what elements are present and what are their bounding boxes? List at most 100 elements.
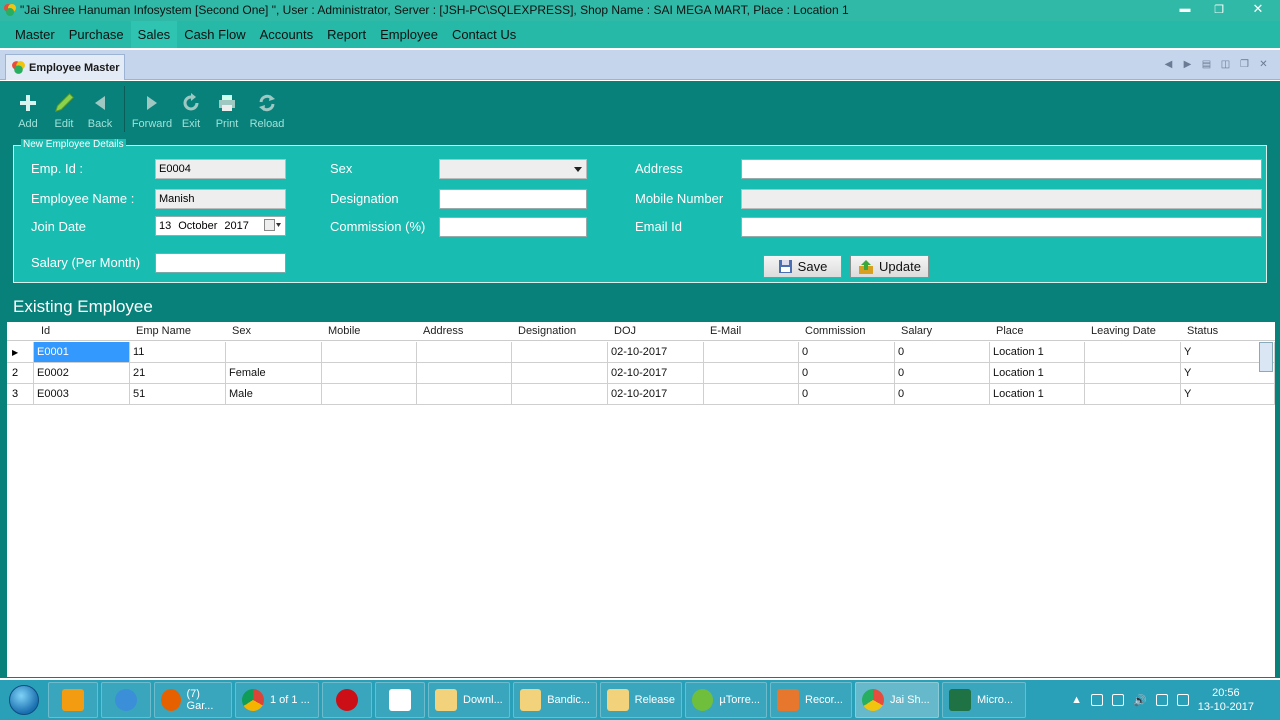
cell-email[interactable] [704,342,799,363]
network-icon[interactable] [1112,694,1125,706]
cell-doj[interactable]: 02-10-2017 [608,363,704,384]
taskbar-bandicam[interactable]: Bandic... [513,682,597,718]
cell-designation[interactable] [512,363,608,384]
column-header[interactable]: Mobile [328,325,360,337]
cell-place[interactable]: Location 1 [990,342,1085,363]
cell-sex[interactable] [226,342,322,363]
cell-doj[interactable]: 02-10-2017 [608,384,704,405]
exit-button[interactable]: Exit [173,81,209,137]
cell-leaving[interactable] [1085,363,1181,384]
save-button[interactable]: Save [763,255,842,278]
menu-cash-flow[interactable]: Cash Flow [177,21,252,48]
cell-commission[interactable]: 0 [799,342,895,363]
start-button[interactable] [0,680,48,720]
taskbar-firefox[interactable]: (7) Gar... [154,682,232,718]
cell-salary[interactable]: 0 [895,342,990,363]
email-field[interactable] [741,217,1262,237]
tab-close-icon[interactable]: ✕ [1257,57,1270,71]
emp-id-field[interactable]: E0004 [155,159,286,179]
cell-id[interactable]: E0003 [34,384,130,405]
forward-button[interactable]: Forward [131,81,173,137]
cell-email[interactable] [704,384,799,405]
cell-designation[interactable] [512,342,608,363]
cell-name[interactable]: 51 [130,384,226,405]
update-button[interactable]: Update [850,255,929,278]
cell-sex[interactable]: Female [226,363,322,384]
action-center-icon[interactable] [1176,694,1189,706]
menu-master[interactable]: Master [8,21,62,48]
taskbar-utorrent[interactable]: µTorre... [685,682,767,718]
taskbar-jai-shree-app[interactable]: Jai Sh... [855,682,939,718]
cell-address[interactable] [417,363,512,384]
taskbar-recorder[interactable]: Recor... [770,682,852,718]
menu-purchase[interactable]: Purchase [62,21,131,48]
taskbar-media-player[interactable] [48,682,98,718]
column-header[interactable]: Address [423,325,463,337]
existing-employee-grid[interactable]: Id Emp Name Sex Mobile Address Designati… [7,322,1275,677]
taskbar-release[interactable]: Release [600,682,682,718]
reload-button[interactable]: Reload [245,81,289,137]
menu-sales[interactable]: Sales [130,21,178,48]
row-header[interactable]: 2 [7,363,34,384]
grid-scroll-handle[interactable] [1259,342,1273,372]
menu-report[interactable]: Report [320,21,373,48]
taskbar-document[interactable] [375,682,425,718]
row-header[interactable]: 3 [7,384,34,405]
column-header[interactable]: Status [1187,325,1218,337]
sex-select[interactable] [439,159,587,179]
tab-employee-master[interactable]: Employee Master [5,54,125,80]
tab-restore-icon[interactable]: ❐ [1238,57,1251,71]
cell-designation[interactable] [512,384,608,405]
mobile-field[interactable] [741,189,1262,209]
cell-commission[interactable]: 0 [799,363,895,384]
table-row[interactable]: ▶ E0001 11 02-10-2017 0 0 Location 1Y [7,342,1275,363]
calendar-icon[interactable] [264,219,282,231]
print-button[interactable]: Print [209,81,245,137]
menu-contact-us[interactable]: Contact Us [445,21,523,48]
cell-place[interactable]: Location 1 [990,384,1085,405]
cell-place[interactable]: Location 1 [990,363,1085,384]
close-button[interactable]: ✕ [1236,0,1280,18]
cell-mobile[interactable] [322,384,417,405]
cell-name[interactable]: 21 [130,363,226,384]
tab-scroll-right-icon[interactable]: ▶ [1181,57,1194,71]
column-header[interactable]: Emp Name [136,325,191,337]
cell-address[interactable] [417,384,512,405]
cell-name[interactable]: 11 [130,342,226,363]
cell-doj[interactable]: 02-10-2017 [608,342,704,363]
add-button[interactable]: Add [10,81,46,137]
volume-icon[interactable]: 🔊 [1133,694,1147,707]
cell-status[interactable]: Y [1181,384,1275,405]
column-header[interactable]: Commission [805,325,866,337]
menu-employee[interactable]: Employee [373,21,445,48]
join-date-picker[interactable]: 13 October 2017 [155,216,286,236]
cell-id[interactable]: E0002 [34,363,130,384]
column-header[interactable]: E-Mail [710,325,741,337]
column-header[interactable]: Id [41,325,50,337]
column-header[interactable]: DOJ [614,325,636,337]
cell-leaving[interactable] [1085,342,1181,363]
taskbar-opera[interactable] [322,682,372,718]
cell-commission[interactable]: 0 [799,384,895,405]
table-row[interactable]: 3 E0003 51 Male 02-10-2017 0 0 Location 1Y [7,384,1275,405]
cell-leaving[interactable] [1085,384,1181,405]
taskbar-excel[interactable]: Micro... [942,682,1026,718]
cell-address[interactable] [417,342,512,363]
address-field[interactable] [741,159,1262,179]
clock[interactable]: 20:56 13-10-2017 [1198,686,1254,714]
table-row[interactable]: 2 E0002 21 Female 02-10-2017 0 0 Location 1Y [7,363,1275,384]
employee-name-field[interactable]: Manish [155,189,286,209]
commission-field[interactable] [439,217,587,237]
cell-sex[interactable]: Male [226,384,322,405]
column-header[interactable]: Place [996,325,1024,337]
cell-salary[interactable]: 0 [895,363,990,384]
taskbar-downloads[interactable]: Downl... [428,682,510,718]
row-header[interactable]: ▶ [7,342,34,363]
cell-mobile[interactable] [322,363,417,384]
restore-button[interactable]: ❐ [1202,0,1236,18]
designation-field[interactable] [439,189,587,209]
tab-scroll-left-icon[interactable]: ◀ [1162,57,1175,71]
column-header[interactable]: Designation [518,325,576,337]
usb-icon[interactable] [1091,694,1104,706]
cell-mobile[interactable] [322,342,417,363]
